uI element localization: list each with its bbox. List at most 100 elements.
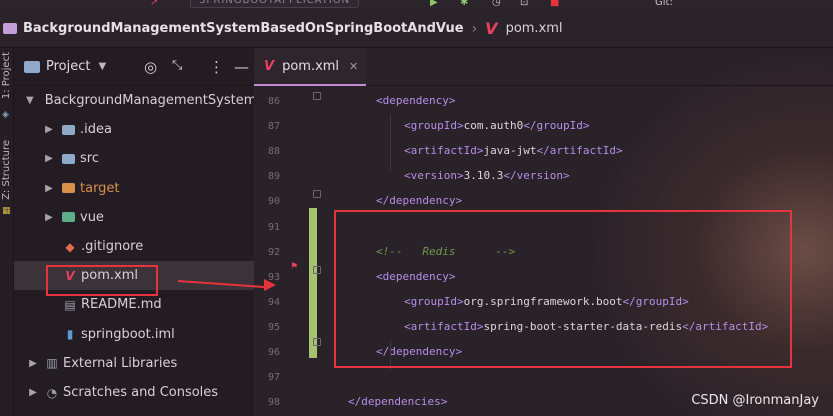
xml-tag: </groupId> xyxy=(523,119,590,133)
chevron-right-icon[interactable]: ▶ xyxy=(42,153,56,164)
annotation-arrow-head xyxy=(264,279,276,291)
tree-item[interactable]: ▶ src xyxy=(14,144,254,173)
fold-icon[interactable] xyxy=(313,338,321,346)
run-configuration-selector[interactable]: SPRINGBOOTAPPLICATION xyxy=(190,0,360,8)
markdown-icon: ▤ xyxy=(64,297,76,312)
target-icon[interactable]: ◎ xyxy=(144,58,157,76)
line-number: 86 xyxy=(267,96,280,107)
line-number: 90 xyxy=(267,196,280,208)
folder-icon xyxy=(62,183,75,194)
line-number: 91 xyxy=(267,221,280,233)
profile-icon[interactable]: ◷ xyxy=(492,0,501,8)
dependency-gutter-icon[interactable]: ⚑ xyxy=(290,262,298,272)
build-icon[interactable]: ↗ xyxy=(150,0,158,8)
xml-tag: <dependency> xyxy=(376,94,456,107)
tree-item-label: External Libraries xyxy=(63,355,178,371)
xml-tag: </version> xyxy=(503,169,570,183)
structure-tool-button[interactable]: Z: Structure xyxy=(1,140,12,200)
code-line[interactable]: <groupId>com.auth0</groupId> xyxy=(404,119,589,132)
code-line[interactable]: </dependency> xyxy=(376,194,462,207)
line-number: 88 xyxy=(267,146,280,158)
minimize-icon[interactable]: — xyxy=(234,58,249,76)
tree-item[interactable]: ▶ target xyxy=(14,174,254,203)
tree-item-label: Scratches and Consoles xyxy=(63,385,219,400)
favorites-icon: ▦ xyxy=(2,206,11,216)
line-number: 98 xyxy=(267,397,280,409)
gitignore-icon: ◆ xyxy=(65,239,75,254)
chevron-right-icon[interactable]: ▶ xyxy=(26,387,40,398)
line-number: 97 xyxy=(267,372,280,384)
vcs-added-marker[interactable] xyxy=(309,208,317,358)
chevron-right-icon[interactable]: ▶ xyxy=(42,124,56,135)
watermark: CSDN @IronmanJay xyxy=(691,393,819,408)
iml-icon: ▮ xyxy=(66,327,74,342)
run-icon[interactable]: ▶ xyxy=(430,0,438,8)
code-line[interactable]: </dependencies> xyxy=(348,395,447,408)
tree-item[interactable]: ▶ ▥ External Libraries xyxy=(14,349,254,378)
tree-item[interactable]: ▶ .idea xyxy=(14,115,254,144)
project-folder-icon xyxy=(3,23,17,34)
tree-item-label: .gitignore xyxy=(81,239,144,254)
annotation-box-code xyxy=(334,210,792,368)
indent-guide xyxy=(390,114,391,171)
tree-item[interactable]: ▶ ◔ Scratches and Consoles xyxy=(14,378,254,407)
chevron-down-icon[interactable]: ▼ xyxy=(26,95,34,106)
line-number: 94 xyxy=(267,296,280,308)
project-panel-header: Project ▼ ◎ ⤡ ⋮ — xyxy=(14,48,254,86)
fold-icon[interactable] xyxy=(313,92,321,100)
tree-item[interactable]: ▮ springboot.iml xyxy=(14,320,254,349)
tree-item-label: BackgroundManagementSystem xyxy=(44,93,257,108)
code-line[interactable]: <dependency> xyxy=(376,94,455,107)
tree-item[interactable]: ◆ .gitignore xyxy=(14,232,254,261)
tree-item[interactable]: ▼ BackgroundManagementSystem xyxy=(14,86,257,115)
xml-tag: <artifactId> xyxy=(404,144,484,158)
xml-text: java-jwt xyxy=(483,144,537,158)
line-number: 95 xyxy=(267,321,280,333)
chevron-down-icon[interactable]: ▼ xyxy=(98,61,106,72)
tab-label: pom.xml xyxy=(282,58,340,74)
tree-item-label: .idea xyxy=(80,122,112,138)
code-line[interactable]: <artifactId>java-jwt</artifactId> xyxy=(404,144,623,157)
top-toolbar: ↗ SPRINGBOOTAPPLICATION ▶ ✱ ◷ ⊡ ■ Git: xyxy=(0,0,833,10)
fold-icon[interactable] xyxy=(313,190,321,198)
libraries-icon: ▥ xyxy=(46,356,58,371)
debug-icon[interactable]: ✱ xyxy=(460,0,468,8)
more-icon[interactable]: ⋮ xyxy=(209,58,224,76)
chevron-right-icon[interactable]: ▶ xyxy=(26,358,40,369)
project-tool-button[interactable]: 1: Project xyxy=(1,52,12,99)
fold-icon[interactable] xyxy=(313,266,321,274)
breadcrumb-file[interactable]: pom.xml xyxy=(506,21,563,36)
chevron-right-icon[interactable]: ▶ xyxy=(42,183,56,194)
tree-item-label: springboot.iml xyxy=(81,326,175,342)
tree-item-label: vue xyxy=(80,209,104,225)
project-view-selector[interactable]: Project xyxy=(46,59,90,74)
folder-icon xyxy=(62,124,75,135)
chevron-right-icon[interactable]: ▶ xyxy=(42,212,56,223)
tab-pom-xml[interactable]: V pom.xml ✕ xyxy=(254,48,366,86)
breadcrumb-project[interactable]: BackgroundManagementSystemBasedOnSpringB… xyxy=(23,21,464,36)
git-label: Git: xyxy=(655,0,673,8)
xml-tag: </artifactId> xyxy=(536,144,623,158)
line-number: 89 xyxy=(267,171,280,183)
coverage-icon[interactable]: ⊡ xyxy=(520,0,528,8)
tool-window-stripe: 1: Project ◈ Z: Structure ▦ xyxy=(0,48,14,416)
tree-item-label: target xyxy=(80,180,120,196)
annotation-box-file xyxy=(46,265,158,296)
xml-tag: </dependency> xyxy=(376,194,463,208)
project-tool-window: Project ▼ ◎ ⤡ ⋮ — ▼ BackgroundManagementS… xyxy=(14,48,257,416)
folder-icon xyxy=(62,153,75,164)
code-line[interactable]: <version>3.10.3</version> xyxy=(404,169,570,182)
collapse-icon[interactable]: ⤡ xyxy=(172,58,182,73)
structure-icon: ◈ xyxy=(2,110,9,120)
line-number: 96 xyxy=(267,347,280,358)
breadcrumb-separator-icon: › xyxy=(471,20,478,37)
folder-icon xyxy=(62,212,75,223)
vue-file-icon: V xyxy=(485,19,498,38)
xml-tag: </dependencies> xyxy=(348,395,448,409)
editor-tab-bar: V pom.xml ✕ xyxy=(254,48,833,86)
line-number: 92 xyxy=(267,246,280,258)
stop-icon[interactable]: ■ xyxy=(550,0,559,8)
project-view-icon xyxy=(24,60,40,73)
close-icon[interactable]: ✕ xyxy=(349,60,358,73)
tree-item[interactable]: ▶ vue xyxy=(14,203,254,232)
